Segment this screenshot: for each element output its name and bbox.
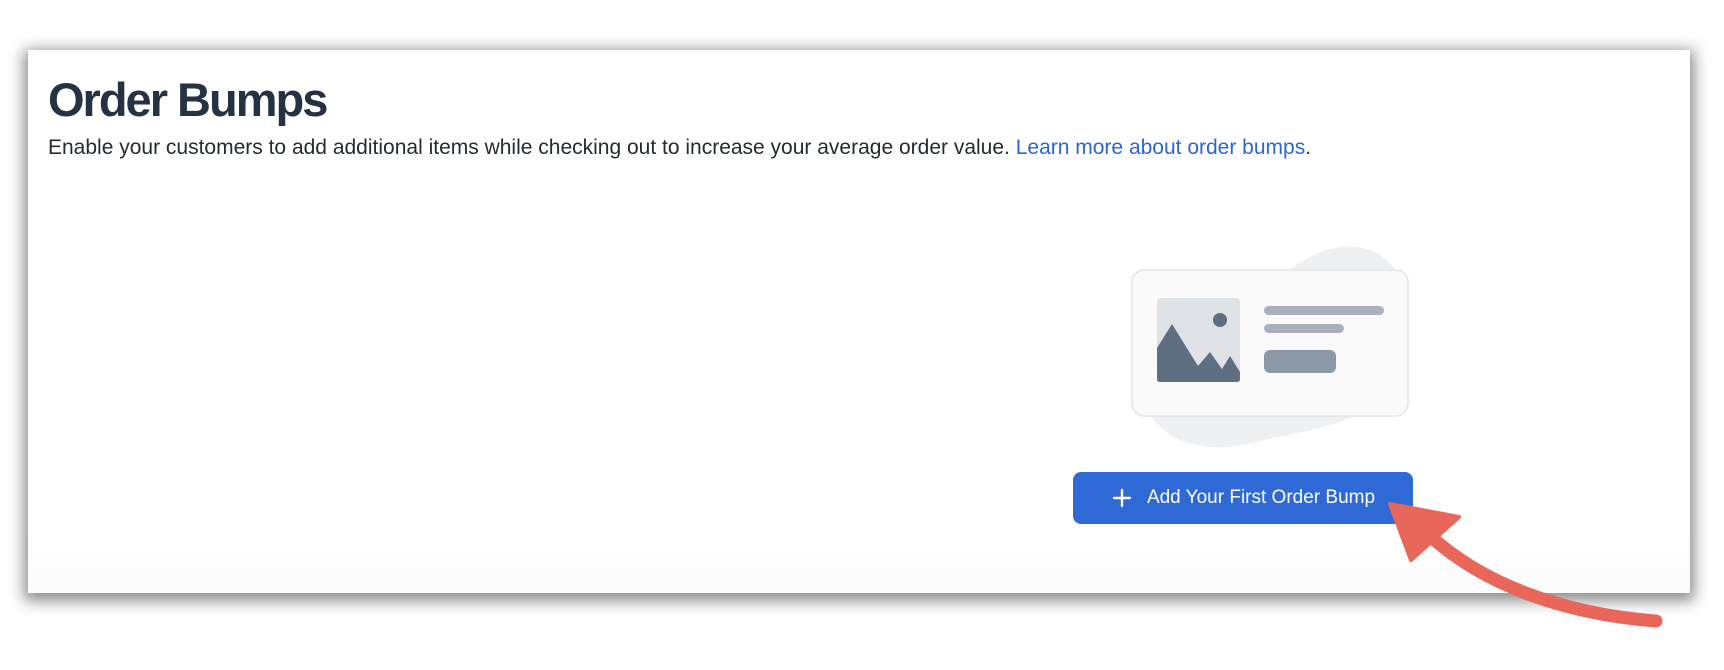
description-text: Enable your customers to add additional … [48,136,1010,159]
add-first-order-bump-label: Add Your First Order Bump [1146,487,1376,508]
page-title: Order Bumps [48,73,328,126]
page-description: Enable your customers to add additional … [48,134,1311,162]
learn-more-link[interactable]: Learn more about order bumps [1016,136,1306,159]
empty-state-illustration [1131,246,1409,448]
plus-icon [1111,487,1133,509]
image-placeholder-icon [1157,298,1240,382]
add-first-order-bump-button[interactable]: Add Your First Order Bump [1073,472,1413,524]
description-period: . [1305,136,1312,159]
annotation-arrow-icon [1388,502,1663,628]
